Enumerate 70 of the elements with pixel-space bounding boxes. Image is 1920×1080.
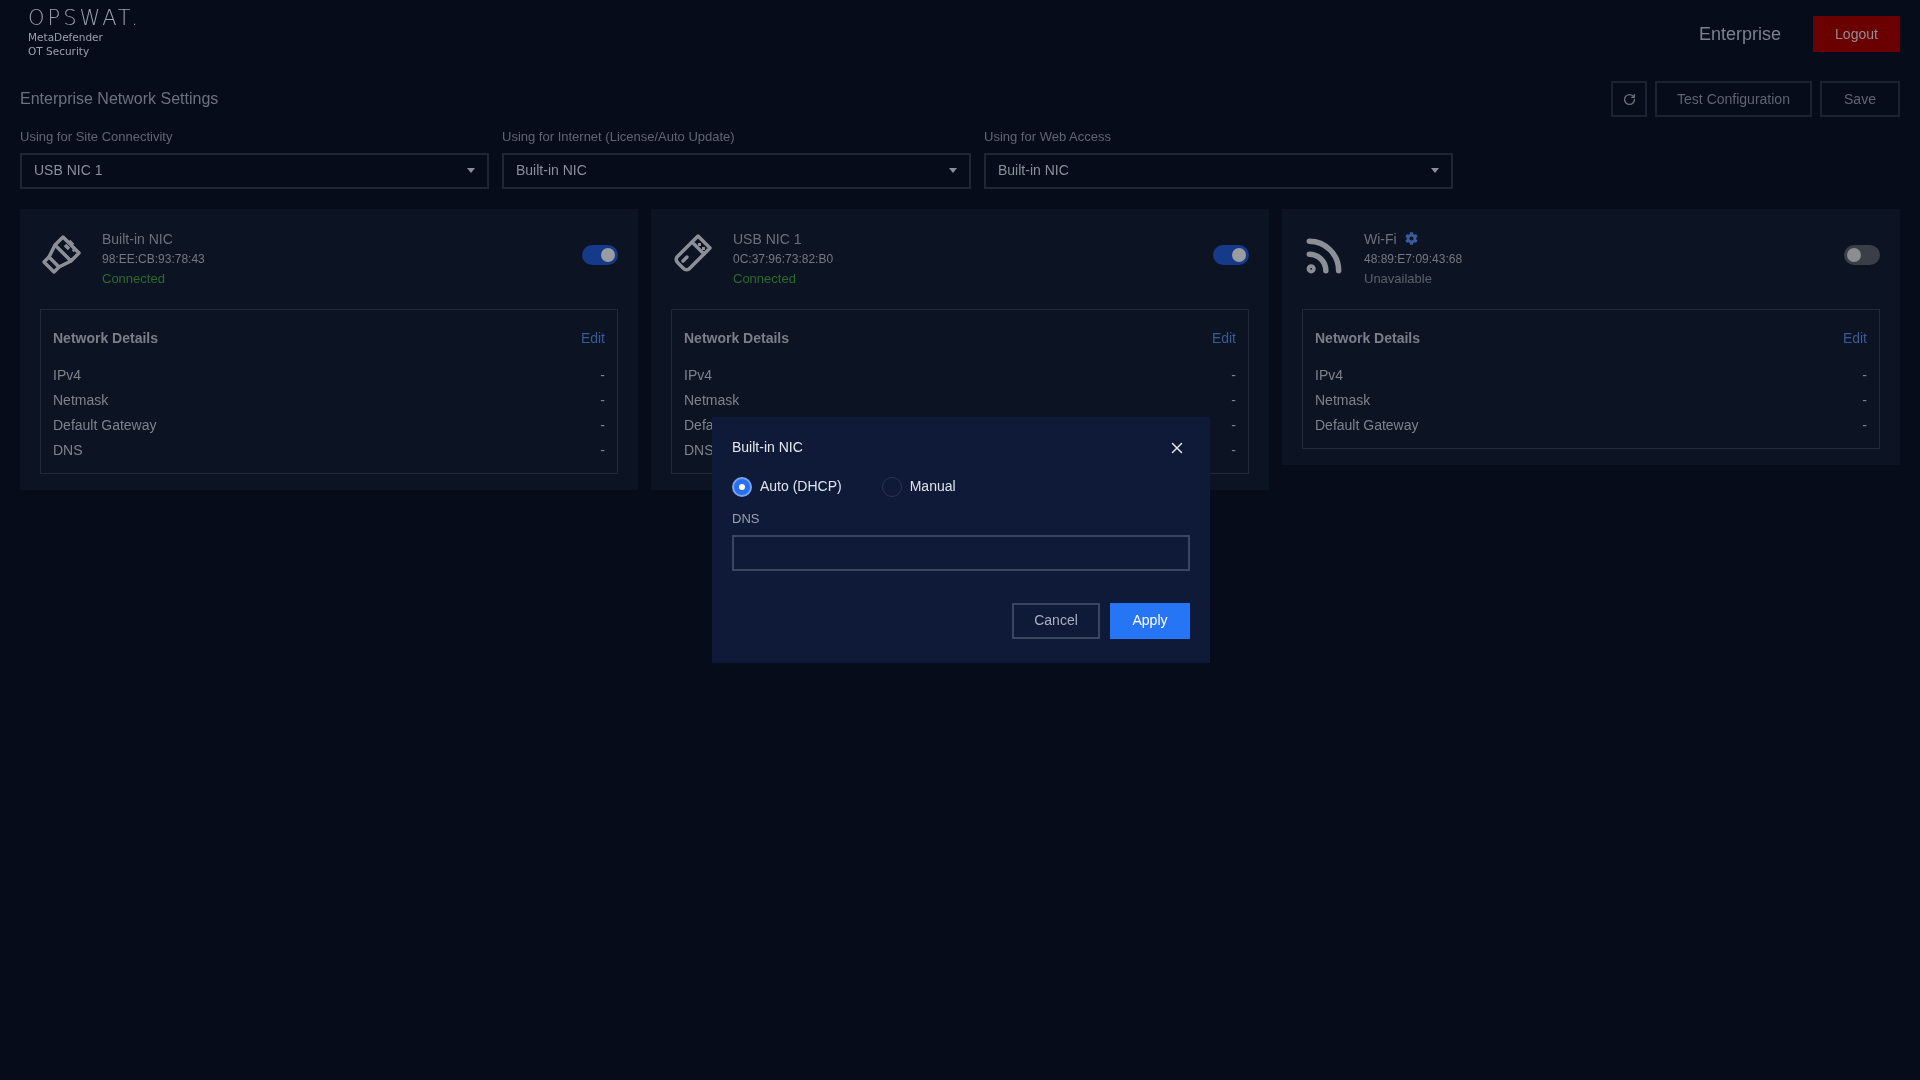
product-name: MetaDefender xyxy=(28,30,104,44)
refresh-button[interactable] xyxy=(1611,81,1647,117)
detail-value: - xyxy=(600,390,605,410)
toggle-switch[interactable] xyxy=(582,244,618,265)
dropdown-select[interactable]: Built-in NIC xyxy=(502,152,971,189)
connection-status: Unavailable xyxy=(1364,269,1433,288)
caret-icon xyxy=(467,168,475,173)
logout-button[interactable]: Logout xyxy=(1813,16,1900,52)
edit-link[interactable]: Edit xyxy=(1211,327,1236,349)
usb-stick-icon xyxy=(673,232,713,273)
mac-address: 98:EE:CB:93:78:43 xyxy=(102,250,205,268)
adapter-name: Built-in NIC xyxy=(102,229,173,249)
page-title: Enterprise Network Settings xyxy=(20,89,219,109)
detail-label: IPv4 xyxy=(53,365,81,385)
product-edition: OT Security xyxy=(28,44,91,58)
mac-address: 48:89:E7:09:43:68 xyxy=(1364,250,1463,268)
detail-label: Default Gateway xyxy=(53,415,157,435)
detail-value: - xyxy=(1231,365,1236,385)
detail-value: - xyxy=(1231,415,1236,435)
detail-label: Netmask xyxy=(1315,390,1371,410)
adapter-name: Wi-Fi xyxy=(1364,229,1397,249)
toggle-switch[interactable] xyxy=(1844,244,1880,265)
detail-value: - xyxy=(1862,415,1867,435)
field-label: Using for Site Connectivity xyxy=(20,128,174,146)
account-name: Enterprise xyxy=(1698,22,1781,46)
detail-label: Default Gateway xyxy=(1315,415,1419,435)
detail-label: DNS xyxy=(53,440,83,460)
refresh-icon xyxy=(1622,92,1636,106)
section-title: Network Details xyxy=(53,328,159,348)
field-label: DNS xyxy=(732,510,761,528)
detail-value: - xyxy=(1862,390,1867,410)
detail-label: IPv4 xyxy=(684,365,712,385)
radio-option[interactable]: Manual xyxy=(881,476,956,497)
section-title: Network Details xyxy=(684,328,790,348)
dropdown-select[interactable]: USB NIC 1 xyxy=(20,152,489,189)
caret-icon xyxy=(949,168,957,173)
cancel-button[interactable]: Cancel xyxy=(1012,602,1100,639)
dialog-title: Built-in NIC xyxy=(732,438,803,457)
detail-value: - xyxy=(1231,440,1236,460)
field-label: Using for Internet (License/Auto Update) xyxy=(502,128,736,146)
detail-value: - xyxy=(1231,390,1236,410)
dropdown-select[interactable]: Built-in NIC xyxy=(984,152,1453,189)
detail-label: Netmask xyxy=(684,390,740,410)
apply-button[interactable]: Apply xyxy=(1110,602,1190,639)
toggle-switch[interactable] xyxy=(1213,244,1249,265)
save-button[interactable]: Save xyxy=(1820,81,1900,117)
detail-value: - xyxy=(600,365,605,385)
edit-link[interactable]: Edit xyxy=(1842,327,1867,349)
radio-button[interactable] xyxy=(732,476,752,497)
test-configuration-button[interactable]: Test Configuration xyxy=(1655,81,1812,117)
detail-value: - xyxy=(600,440,605,460)
detail-value: - xyxy=(600,415,605,435)
detail-label: Defa xyxy=(684,415,714,435)
edit-link[interactable]: Edit xyxy=(580,327,605,349)
settings-icon[interactable] xyxy=(1404,232,1418,245)
detail-label: DNS xyxy=(684,440,714,460)
radio-option[interactable]: Auto (DHCP) xyxy=(732,476,842,497)
ethernet-plug-icon xyxy=(41,232,83,275)
detail-label: Netmask xyxy=(53,390,109,410)
detail-label: IPv4 xyxy=(1315,365,1343,385)
adapter-name: USB NIC 1 xyxy=(733,229,802,249)
section-title: Network Details xyxy=(1315,328,1421,348)
mac-address: 0C:37:96:73:82:B0 xyxy=(733,250,834,268)
connection-status: Connected xyxy=(102,269,166,288)
field-label: Using for Web Access xyxy=(984,128,1112,146)
caret-icon xyxy=(1431,168,1439,173)
connection-status: Connected xyxy=(733,269,797,288)
dns-input-field[interactable] xyxy=(732,534,1190,571)
logo-wordmark: OPSWAT. xyxy=(28,6,141,30)
detail-value: - xyxy=(1862,365,1867,385)
